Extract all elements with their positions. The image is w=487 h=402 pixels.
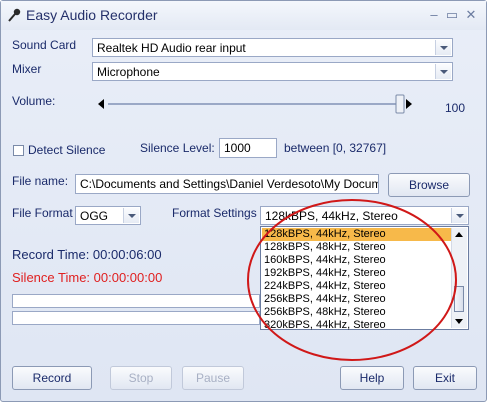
level-meter-left <box>12 294 260 308</box>
silence-level-input[interactable]: 1000 <box>219 138 277 158</box>
title-bar: Easy Audio Recorder – ▭ ✕ <box>1 1 486 30</box>
file-format-value: OGG <box>80 209 109 223</box>
pause-button[interactable]: Pause <box>182 366 244 390</box>
mixer-label: Mixer <box>12 62 42 76</box>
window-title: Easy Audio Recorder <box>26 7 158 23</box>
silence-level-range: between [0, 32767] <box>284 141 387 155</box>
record-time: Record Time: 00:00:06:00 <box>12 247 162 262</box>
file-name-input[interactable]: C:\Documents and Settings\Daniel Verdeso… <box>75 174 379 194</box>
silence-level-label: Silence Level: <box>140 141 215 155</box>
volume-slider[interactable] <box>94 94 416 114</box>
chevron-down-icon[interactable] <box>435 64 451 79</box>
minimize-icon[interactable]: – <box>426 7 442 23</box>
slider-left-arrow-icon <box>98 99 104 109</box>
chevron-down-icon[interactable] <box>123 208 139 223</box>
microphone-icon <box>8 8 21 22</box>
level-meter-right <box>12 311 260 325</box>
exit-button[interactable]: Exit <box>413 366 477 390</box>
sound-card-label: Sound Card <box>12 38 77 52</box>
volume-label: Volume: <box>12 94 56 108</box>
detect-silence-label: Detect Silence <box>28 143 106 157</box>
file-format-select[interactable]: OGG <box>75 206 141 225</box>
mixer-value: Microphone <box>97 65 160 79</box>
app-window: Easy Audio Recorder – ▭ ✕ Sound Card Rea… <box>0 0 487 402</box>
silence-time: Silence Time: 00:00:00:00 <box>12 270 163 285</box>
volume-slider-thumb <box>395 94 405 114</box>
annotation-circle <box>247 199 457 361</box>
stop-button[interactable]: Stop <box>110 366 172 390</box>
record-button[interactable]: Record <box>12 366 92 390</box>
file-format-label: File Format <box>12 206 73 220</box>
maximize-icon[interactable]: ▭ <box>444 7 460 23</box>
detect-silence-checkbox[interactable] <box>13 145 24 156</box>
file-name-label: File name: <box>12 174 69 188</box>
slider-right-arrow-icon <box>406 99 412 109</box>
sound-card-value: Realtek HD Audio rear input <box>97 41 246 55</box>
close-icon[interactable]: ✕ <box>463 7 479 23</box>
browse-button[interactable]: Browse <box>388 173 470 197</box>
help-button[interactable]: Help <box>340 366 404 390</box>
volume-value: 100 <box>445 101 466 115</box>
sound-card-select[interactable]: Realtek HD Audio rear input <box>92 38 453 57</box>
mixer-select[interactable]: Microphone <box>92 62 453 81</box>
chevron-down-icon[interactable] <box>435 40 451 55</box>
